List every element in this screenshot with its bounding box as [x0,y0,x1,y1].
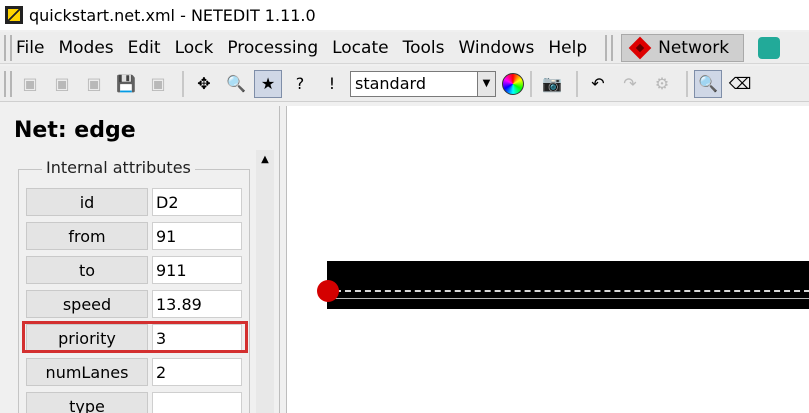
attribute-row-to: to 911 [26,256,242,284]
menu-help[interactable]: Help [548,38,587,58]
attribute-value-field[interactable]: 911 [152,256,242,284]
menu-lock[interactable]: Lock [175,38,214,58]
attribute-value-field[interactable]: 13.89 [152,290,242,318]
panel-title: Net: edge [14,118,136,143]
attribute-label: numLanes [26,358,148,386]
attribute-row-type: type [26,392,242,413]
attribute-row-from: from 91 [26,222,242,250]
open-network-icon[interactable]: ▣ [48,70,76,98]
menu-locate[interactable]: Locate [332,38,388,58]
attribute-label: type [26,392,148,413]
network-icon [628,36,652,59]
screenshot-camera-icon[interactable]: 📷 [538,70,566,98]
menu-modes[interactable]: Modes [58,38,113,58]
menu-processing[interactable]: Processing [227,38,318,58]
toolbar-grip-handle[interactable] [4,70,12,97]
inspect-mode-icon[interactable]: 🔍 [694,69,722,98]
toolbar: ▣ ▣ ▣ 💾 ▣ ✥ 🔍 ★ ? ! standard ▼ 📷 ↶ ↷ ⚙ 🔍… [0,66,809,102]
toolbar-separator-2 [530,70,532,97]
attribute-row-speed: speed 13.89 [26,290,242,318]
chevron-down-icon[interactable]: ▼ [477,71,495,96]
attribute-label: from [26,222,148,250]
toolbar-separator [182,70,184,97]
recenter-view-icon[interactable]: ✥ [190,70,218,98]
redo-icon[interactable]: ↷ [616,70,644,98]
priority-highlight-box [22,321,248,353]
attribute-value-field[interactable]: 91 [152,222,242,250]
attribute-row-numlanes: numLanes 2 [26,358,242,386]
toolbar-separator-3 [576,70,578,97]
menu-tools[interactable]: Tools [403,38,445,58]
junction-node[interactable] [317,280,339,302]
panel-scrollbar[interactable]: ▲ [256,150,274,413]
attribute-row-id: id D2 [26,188,242,216]
reload-icon[interactable]: ▣ [80,70,108,98]
query-icon[interactable]: ? [286,70,314,98]
attribute-label: speed [26,290,148,318]
attribute-label: id [26,188,148,216]
attribute-label: to [26,256,148,284]
window-title: quickstart.net.xml - NETEDIT 1.11.0 [29,5,316,25]
lane-divider-line [335,290,809,292]
new-network-icon[interactable]: ▣ [16,70,44,98]
edge-road[interactable] [327,261,809,309]
menu-bar: File Modes Edit Lock Processing Locate T… [0,32,809,64]
color-wheel-icon[interactable] [502,72,524,95]
save-network-icon[interactable]: 💾 [112,70,140,98]
network-mode-label: Network [658,37,730,58]
menubar-grip-handle-2[interactable] [605,34,614,61]
attribute-value-field[interactable]: D2 [152,188,242,216]
attributes-panel: Net: edge Internal attributes id D2 from… [0,106,280,413]
save-as-icon[interactable]: ▣ [144,70,172,98]
menu-edit[interactable]: Edit [128,38,161,58]
scroll-up-arrow-icon[interactable]: ▲ [256,150,274,168]
edge-boundary-line [335,298,809,299]
location-settings-icon[interactable]: ⚙ [648,70,676,98]
internal-attributes-title: Internal attributes [42,158,195,177]
menubar-grip-handle[interactable] [4,34,12,61]
visualization-scheme-select[interactable]: standard ▼ [350,70,496,97]
delete-mode-icon[interactable]: ⌫ [726,70,754,98]
demand-mode-icon[interactable] [758,36,781,59]
toolbar-separator-4 [686,70,688,97]
message-icon[interactable]: ! [318,70,346,98]
visualization-scheme-value: standard [355,74,426,93]
network-mode-button[interactable]: Network [621,33,745,62]
zoom-icon[interactable]: 🔍 [222,70,250,98]
menu-file[interactable]: File [16,38,44,58]
netedit-logo-icon [5,6,23,24]
menu-windows[interactable]: Windows [458,38,534,58]
title-bar: quickstart.net.xml - NETEDIT 1.11.0 [0,0,809,30]
attribute-value-field[interactable]: 2 [152,358,242,386]
attribute-value-field[interactable] [152,392,242,413]
network-canvas[interactable] [286,106,809,413]
undo-icon[interactable]: ↶ [584,70,612,98]
locate-icon[interactable]: ★ [254,69,282,98]
